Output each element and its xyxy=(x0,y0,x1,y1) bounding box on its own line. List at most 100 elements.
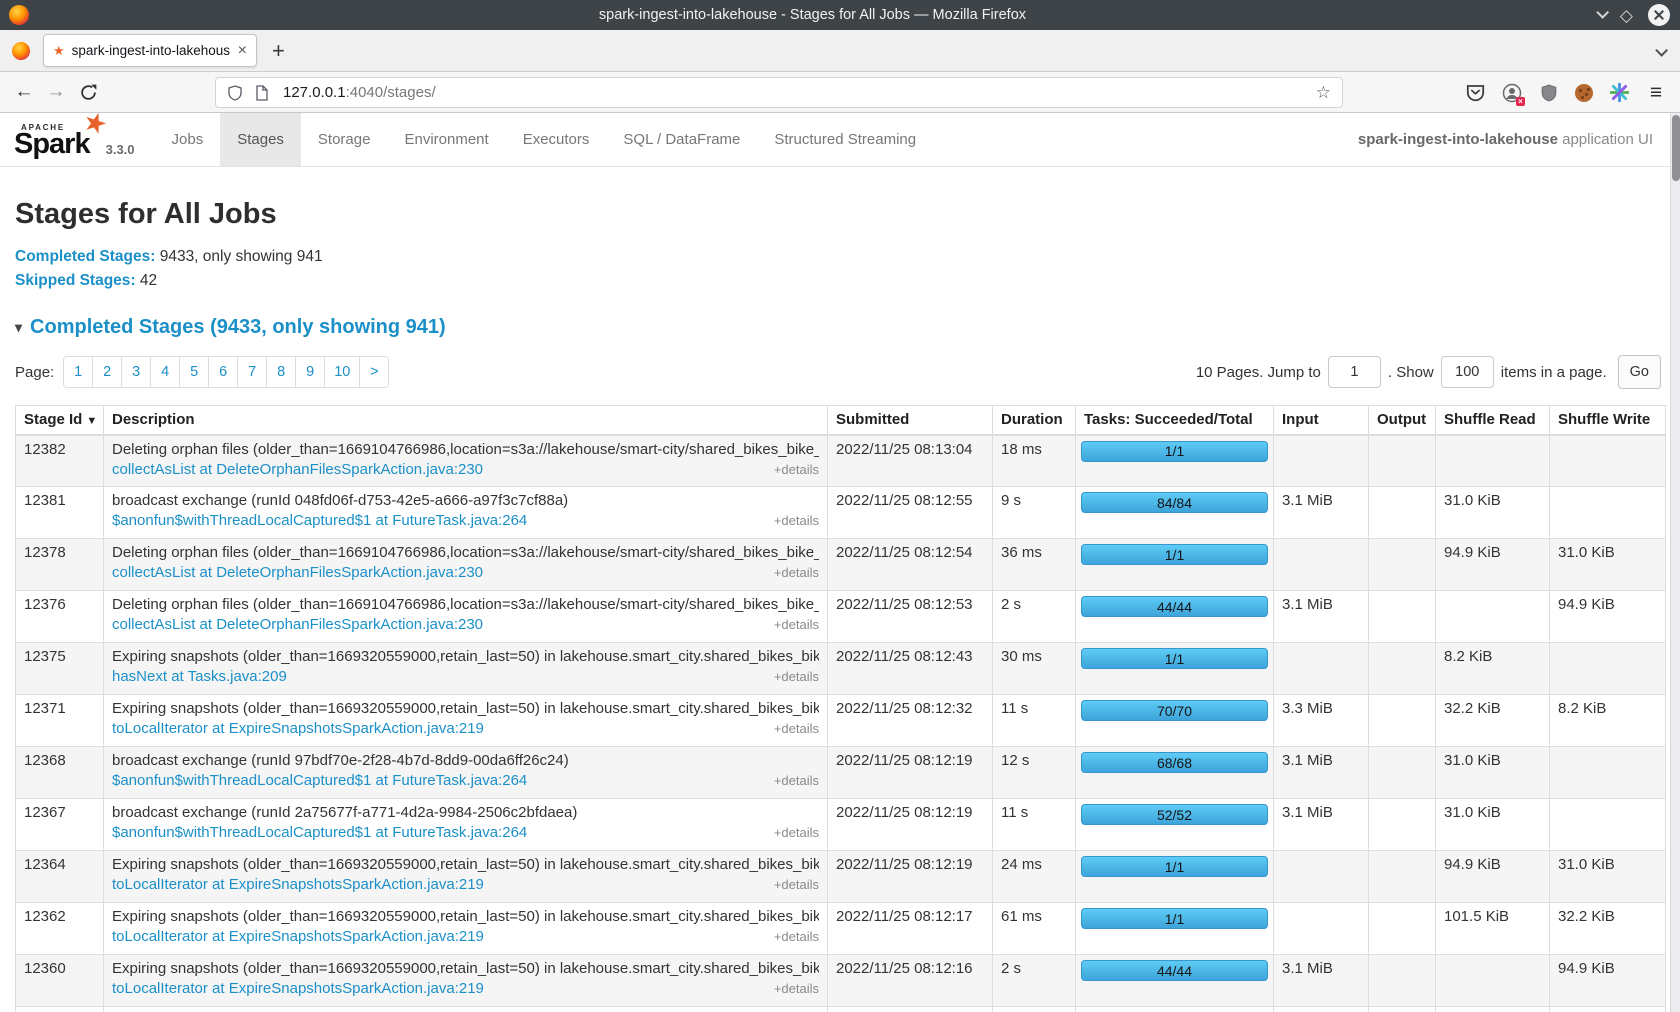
stage-detail-link[interactable]: toLocalIterator at ExpireSnapshotsSparkA… xyxy=(112,720,484,737)
tab-close-icon[interactable]: × xyxy=(238,43,247,59)
window-maximize-icon[interactable]: ◇ xyxy=(1620,7,1633,24)
column-header-shuffle-write[interactable]: Shuffle Write xyxy=(1550,406,1666,435)
column-header-output[interactable]: Output xyxy=(1369,406,1436,435)
shuffle-write-cell: 8.2 KiB xyxy=(1550,695,1666,747)
nav-tab-storage[interactable]: Storage xyxy=(301,113,388,166)
details-toggle[interactable]: +details xyxy=(774,981,819,996)
details-toggle[interactable]: +details xyxy=(774,617,819,632)
application-name: spark-ingest-into-lakehouse xyxy=(1358,131,1558,148)
page-button-5[interactable]: 5 xyxy=(179,356,209,388)
column-header-duration[interactable]: Duration xyxy=(993,406,1076,435)
back-button[interactable]: ← xyxy=(8,81,40,103)
shuffle-read-cell: 101.5 KiB xyxy=(1436,903,1550,955)
stage-description-line2: toLocalIterator at ExpireSnapshotsSparkA… xyxy=(112,876,819,893)
column-header-input[interactable]: Input xyxy=(1274,406,1369,435)
extension-asterisk-icon[interactable] xyxy=(1608,82,1630,104)
column-header-stage-id[interactable]: Stage Id▼ xyxy=(16,406,104,435)
details-toggle[interactable]: +details xyxy=(774,877,819,892)
description-cell: Expiring snapshots (older_than=166932055… xyxy=(104,955,828,1007)
output-cell xyxy=(1369,851,1436,903)
account-icon[interactable]: × xyxy=(1501,82,1523,104)
stage-detail-link[interactable]: $anonfun$withThreadLocalCaptured$1 at Fu… xyxy=(112,512,527,529)
page-button-2[interactable]: 2 xyxy=(92,356,122,388)
nav-tab-stages[interactable]: Stages xyxy=(220,113,301,166)
page-button-6[interactable]: 6 xyxy=(208,356,238,388)
stage-detail-link[interactable]: hasNext at Tasks.java:209 xyxy=(112,668,287,685)
details-toggle[interactable]: +details xyxy=(774,721,819,736)
stage-detail-link[interactable]: collectAsList at DeleteOrphanFilesSparkA… xyxy=(112,564,483,581)
details-toggle[interactable]: +details xyxy=(774,462,819,477)
page-info-icon[interactable] xyxy=(255,85,269,101)
nav-tab-structured-streaming[interactable]: Structured Streaming xyxy=(757,113,933,166)
window-close-icon[interactable] xyxy=(1648,4,1670,26)
url-bar[interactable]: 127.0.0.1:4040/stages/ ☆ xyxy=(215,77,1343,108)
nav-tab-sql-dataframe[interactable]: SQL / DataFrame xyxy=(606,113,757,166)
go-button[interactable]: Go xyxy=(1618,355,1661,389)
description-cell: Expiring snapshots (older_than=166932055… xyxy=(104,643,828,695)
menu-icon[interactable]: ≡ xyxy=(1645,82,1667,104)
scrollbar-thumb[interactable] xyxy=(1672,115,1680,181)
nav-tab-jobs[interactable]: Jobs xyxy=(155,113,221,166)
skipped-stages-label[interactable]: Skipped Stages: xyxy=(15,272,136,289)
column-header-shuffle-read[interactable]: Shuffle Read xyxy=(1436,406,1550,435)
page-button-4[interactable]: 4 xyxy=(150,356,180,388)
details-toggle[interactable]: +details xyxy=(774,929,819,944)
details-toggle[interactable]: +details xyxy=(774,669,819,684)
reload-button[interactable] xyxy=(72,84,104,101)
tasks-progress-label: 52/52 xyxy=(1157,807,1192,823)
column-header-description[interactable]: Description xyxy=(104,406,828,435)
forward-button[interactable]: → xyxy=(40,81,72,103)
stage-detail-link[interactable]: collectAsList at DeleteOrphanFilesSparkA… xyxy=(112,461,483,478)
input-cell: 3.1 MiB xyxy=(1274,955,1369,1007)
nav-tab-environment[interactable]: Environment xyxy=(387,113,505,166)
input-cell: 3.3 MiB xyxy=(1274,1007,1369,1012)
stage-description-line2: $anonfun$withThreadLocalCaptured$1 at Fu… xyxy=(112,772,819,789)
stage-detail-link[interactable]: $anonfun$withThreadLocalCaptured$1 at Fu… xyxy=(112,824,527,841)
page-button-3[interactable]: 3 xyxy=(121,356,151,388)
description-cell: Deleting orphan files (older_than=166910… xyxy=(104,539,828,591)
scrollbar[interactable] xyxy=(1670,113,1680,1012)
tab-list-chevron-icon[interactable] xyxy=(1655,44,1664,62)
bookmark-star-icon[interactable]: ☆ xyxy=(1316,83,1331,103)
nav-tab-executors[interactable]: Executors xyxy=(506,113,607,166)
stage-detail-link[interactable]: toLocalIterator at ExpireSnapshotsSparkA… xyxy=(112,980,484,997)
page-button-[interactable]: > xyxy=(359,356,389,388)
column-header-tasks-succeeded-total[interactable]: Tasks: Succeeded/Total xyxy=(1076,406,1274,435)
input-cell xyxy=(1274,539,1369,591)
submitted-cell: 2022/11/25 08:12:53 xyxy=(828,591,993,643)
show-items-input[interactable] xyxy=(1441,356,1494,388)
completed-stages-label[interactable]: Completed Stages: xyxy=(15,248,155,265)
page-button-9[interactable]: 9 xyxy=(295,356,325,388)
jump-to-input[interactable] xyxy=(1328,356,1381,388)
details-toggle[interactable]: +details xyxy=(774,825,819,840)
page-button-8[interactable]: 8 xyxy=(266,356,296,388)
browser-tab[interactable]: ★ spark-ingest-into-lakehous × xyxy=(43,34,257,67)
pocket-icon[interactable] xyxy=(1464,82,1486,104)
submitted-cell: 2022/11/25 08:13:04 xyxy=(828,435,993,487)
cookie-icon[interactable] xyxy=(1575,84,1593,102)
page-button-10[interactable]: 10 xyxy=(324,356,360,388)
window-minimize-icon[interactable] xyxy=(1596,6,1605,24)
ublock-icon[interactable] xyxy=(1538,82,1560,104)
shuffle-write-cell: 94.9 KiB xyxy=(1550,591,1666,643)
tasks-cell: 46/46 xyxy=(1076,1007,1274,1012)
page-button-1[interactable]: 1 xyxy=(63,356,93,388)
output-cell xyxy=(1369,435,1436,487)
stage-detail-link[interactable]: $anonfun$withThreadLocalCaptured$1 at Fu… xyxy=(112,772,527,789)
completed-stages-section-header[interactable]: ▾ Completed Stages (9433, only showing 9… xyxy=(15,316,1665,339)
column-header-submitted[interactable]: Submitted xyxy=(828,406,993,435)
new-tab-button[interactable]: + xyxy=(272,40,285,62)
details-toggle[interactable]: +details xyxy=(774,513,819,528)
shuffle-read-cell xyxy=(1436,591,1550,643)
details-toggle[interactable]: +details xyxy=(774,565,819,580)
stage-detail-link[interactable]: toLocalIterator at ExpireSnapshotsSparkA… xyxy=(112,876,484,893)
submitted-cell: 2022/11/25 08:12:43 xyxy=(828,643,993,695)
output-cell xyxy=(1369,539,1436,591)
shield-icon[interactable] xyxy=(227,85,243,101)
page-button-7[interactable]: 7 xyxy=(237,356,267,388)
details-toggle[interactable]: +details xyxy=(774,773,819,788)
shuffle-write-cell: 94.9 KiB xyxy=(1550,955,1666,1007)
stage-id-cell: 12381 xyxy=(16,487,104,539)
stage-detail-link[interactable]: collectAsList at DeleteOrphanFilesSparkA… xyxy=(112,616,483,633)
stage-detail-link[interactable]: toLocalIterator at ExpireSnapshotsSparkA… xyxy=(112,928,484,945)
